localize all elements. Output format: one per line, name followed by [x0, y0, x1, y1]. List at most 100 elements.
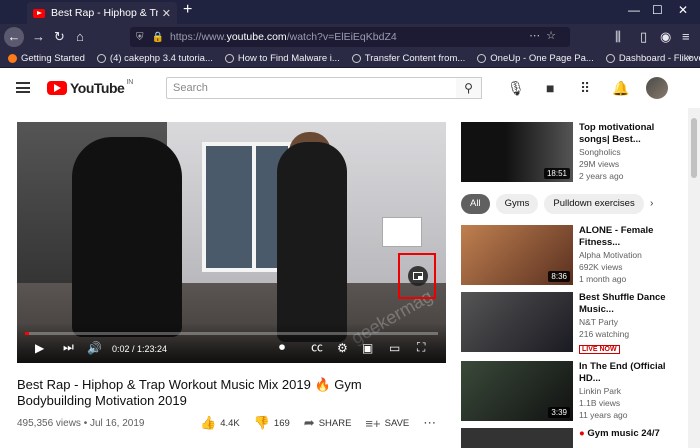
more-actions-button[interactable]: ⋯: [423, 415, 440, 431]
sidebar-toggle-icon[interactable]: ▯: [640, 29, 647, 45]
view-count: 29M views: [579, 159, 620, 169]
reload-icon[interactable]: ↻: [54, 29, 65, 45]
close-tab-icon[interactable]: ✕: [162, 7, 171, 20]
chip-all[interactable]: All: [461, 194, 490, 214]
youtube-favicon-icon: [33, 8, 45, 18]
more-horizontal-icon: ⋯: [423, 415, 437, 430]
list-item[interactable]: ● Gym music 24/7: [461, 428, 681, 448]
hamburger-menu-icon[interactable]: ≡: [682, 29, 690, 44]
bookmark-item[interactable]: How to Find Malware i...: [224, 53, 340, 64]
share-arrow-icon: ➦: [303, 415, 315, 430]
settings-gear-icon[interactable]: ⚙: [337, 341, 348, 355]
globe-icon: [224, 54, 234, 63]
create-video-icon[interactable]: ■: [546, 80, 554, 96]
minimize-icon[interactable]: —: [628, 3, 640, 17]
bookmark-item[interactable]: OneUp - One Page Pa...: [477, 53, 594, 64]
list-item[interactable]: Best Shuffle Dance Music... N&T Party 21…: [461, 292, 681, 354]
dislike-button[interactable]: 👎 169: [254, 415, 290, 431]
library-icon[interactable]: ⫼: [615, 29, 621, 45]
page-scrollbar[interactable]: [688, 108, 700, 448]
menu-icon[interactable]: [16, 82, 30, 93]
duration-badge: 18:51: [543, 168, 570, 179]
list-item[interactable]: 8:36 ALONE - Female Fitness... Alpha Mot…: [461, 225, 681, 285]
view-count: 216 watching: [579, 329, 630, 339]
chevron-right-icon[interactable]: ›: [650, 194, 666, 214]
logo-wordmark: YouTube: [70, 80, 125, 96]
region-label: IN: [126, 78, 134, 86]
maximize-icon[interactable]: ☐: [652, 3, 663, 17]
picture-in-picture-button[interactable]: [408, 266, 428, 286]
youtube-play-icon: [47, 81, 67, 95]
theater-mode-icon[interactable]: ▭: [389, 341, 400, 355]
miniplayer-icon[interactable]: ▣: [362, 341, 373, 355]
shield-icon[interactable]: ⛨: [136, 32, 144, 43]
thumbs-down-icon: 👎: [253, 415, 270, 430]
video-frame-person: [277, 142, 347, 342]
channel-name[interactable]: Songholics: [579, 146, 679, 158]
upload-age: 11 years ago: [579, 410, 628, 420]
progress-bar[interactable]: [25, 332, 438, 335]
list-item[interactable]: 3:39 In The End (Official HD... Linkin P…: [461, 361, 681, 421]
chip-gyms[interactable]: Gyms: [495, 194, 539, 214]
apps-grid-icon[interactable]: ⠿: [580, 80, 590, 97]
video-card-title[interactable]: Top motivational songs| Best...: [579, 122, 679, 146]
scrollbar-thumb[interactable]: [691, 118, 697, 178]
live-badge: LIVE NOW: [579, 345, 620, 354]
video-thumbnail[interactable]: [461, 292, 573, 352]
duration-badge: 3:39: [548, 407, 570, 418]
captions-icon[interactable]: ㏄: [311, 338, 323, 355]
chip-pulldown-exercises[interactable]: Pulldown exercises: [544, 194, 644, 214]
next-icon[interactable]: ⏭: [63, 340, 74, 355]
lock-icon[interactable]: 🔒: [152, 32, 164, 43]
channel-name[interactable]: N&T Party: [579, 316, 679, 328]
new-tab-icon[interactable]: +: [183, 1, 192, 19]
video-info: ALONE - Female Fitness... Alpha Motivati…: [579, 225, 679, 285]
video-info: Best Shuffle Dance Music... N&T Party 21…: [579, 292, 679, 354]
globe-icon: [351, 54, 361, 63]
volume-icon[interactable]: 🔊: [87, 341, 102, 355]
forward-arrow-icon[interactable]: →: [32, 29, 45, 44]
account-icon[interactable]: ◉: [660, 29, 671, 45]
more-bookmarks-icon[interactable]: »: [686, 52, 692, 63]
url-bar[interactable]: ⛨ 🔒 https://www.youtube.com/watch?v=ElEi…: [130, 27, 570, 47]
bookmark-item[interactable]: Getting Started: [8, 53, 85, 64]
list-item[interactable]: 18:51 Top motivational songs| Best... So…: [461, 122, 681, 182]
share-button[interactable]: ➦ SHARE: [304, 415, 352, 431]
video-card-title[interactable]: Best Shuffle Dance Music...: [579, 292, 679, 316]
bookmark-item[interactable]: Transfer Content from...: [351, 53, 465, 64]
video-card-title[interactable]: ● Gym music 24/7: [579, 428, 679, 440]
video-frame-door-divider: [252, 142, 256, 272]
video-info: ● Gym music 24/7: [579, 428, 679, 440]
bookmark-item[interactable]: (4) cakephp 3.4 tutoria...: [96, 53, 213, 64]
video-card-title[interactable]: ALONE - Female Fitness...: [579, 225, 679, 249]
youtube-logo[interactable]: YouTube IN: [47, 78, 134, 96]
firefox-icon: [8, 54, 17, 63]
channel-name[interactable]: Alpha Motivation: [579, 249, 679, 261]
filter-chips: All Gyms Pulldown exercises: [461, 194, 650, 214]
microphone-icon[interactable]: 🎙: [507, 80, 525, 97]
video-thumbnail[interactable]: 3:39: [461, 361, 573, 421]
search-input[interactable]: Search: [166, 77, 457, 99]
channel-name[interactable]: Linkin Park: [579, 385, 679, 397]
autoplay-toggle-icon[interactable]: ⏺: [279, 340, 285, 355]
avatar[interactable]: [646, 77, 668, 99]
window-close-icon[interactable]: ✕: [678, 3, 688, 17]
fullscreen-icon[interactable]: ⛶: [417, 340, 425, 355]
video-info: Top motivational songs| Best... Songholi…: [579, 122, 679, 182]
live-dot-icon: ●: [579, 428, 585, 439]
video-card-title[interactable]: In The End (Official HD...: [579, 361, 679, 385]
video-thumbnail[interactable]: 8:36: [461, 225, 573, 285]
video-thumbnail[interactable]: 18:51: [461, 122, 573, 182]
play-icon[interactable]: ▶: [35, 341, 44, 355]
like-button[interactable]: 👍 4.4K: [200, 415, 240, 431]
video-player[interactable]: geekermag ▶ ⏭ 🔊 0:02 / 1:23:24 ⏺ ㏄ ⚙ ▣ ▭…: [17, 122, 446, 363]
notifications-bell-icon[interactable]: 🔔: [612, 80, 629, 97]
home-icon[interactable]: ⌂: [76, 29, 84, 44]
save-button[interactable]: ≡+ SAVE: [365, 416, 409, 431]
video-thumbnail[interactable]: [461, 428, 573, 448]
search-button[interactable]: ⚲: [456, 77, 482, 99]
url-actions-icons[interactable]: ⋯☆: [529, 29, 562, 42]
browser-tab[interactable]: Best Rap - Hiphop & Trap Workout ✕: [27, 2, 177, 24]
upload-age: 1 month ago: [579, 274, 627, 284]
back-arrow-icon[interactable]: ←: [4, 27, 24, 47]
